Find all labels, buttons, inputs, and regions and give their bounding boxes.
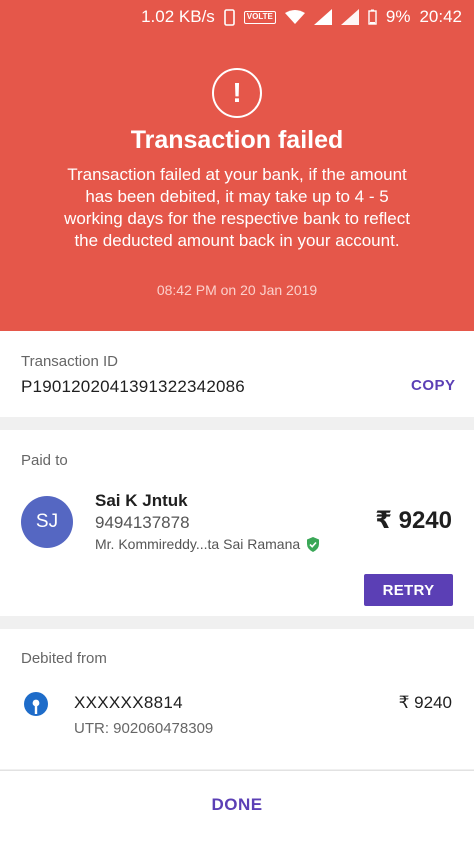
account-number: XXXXXX8814 [74,693,183,712]
failure-header: ! Transaction failed Transaction failed … [0,34,474,331]
payee-full-name-text: Mr. Kommireddy...ta Sai Ramana [95,536,301,552]
done-button[interactable]: DONE [0,795,474,815]
transaction-id-label: Transaction ID [21,353,118,370]
signal-1-icon [313,9,332,25]
paid-to-card: Paid to SJ Sai K Jntuk 9494137878 Mr. Ko… [0,430,474,616]
signal-2-icon [340,9,359,25]
battery-percent: 9% [385,7,411,26]
page-title: Transaction failed [130,126,344,154]
paid-to-label: Paid to [21,452,68,469]
payee-phone: 9494137878 [95,513,190,532]
transaction-timestamp: 08:42 PM on 20 Jan 2019 [156,282,318,298]
network-speed: 1.02 KB/s [141,7,215,26]
debited-amount: ₹ 9240 [398,693,452,712]
retry-button[interactable]: RETRY [364,574,453,606]
verified-icon [306,536,320,552]
payee-full-name: Mr. Kommireddy...ta Sai Ramana [95,536,320,552]
volte-badge: VOLTE [243,10,276,24]
battery-icon [368,9,377,25]
clock: 20:42 [419,7,462,26]
avatar: SJ [21,496,73,548]
paid-amount: ₹ 9240 [375,507,452,534]
debited-from-label: Debited from [21,650,107,667]
phone-icon [223,8,235,26]
wifi-icon [284,9,305,25]
failure-message: Transaction failed at your bank, if the … [64,165,410,250]
transaction-id-value: P1901202041391322342086 [21,377,245,396]
sbi-bank-icon [24,692,48,716]
footer-bar: DONE [0,770,474,843]
alert-circle-icon: ! [212,68,262,118]
debited-from-card: Debited from XXXXXX8814 UTR: 90206047830… [0,629,474,769]
utr-number: UTR: 902060478309 [74,720,214,737]
copy-button[interactable]: COPY [411,377,456,394]
transaction-id-card: Transaction ID P1901202041391322342086 C… [0,331,474,417]
status-bar: 1.02 KB/s VOLTE 9% 20:42 [0,0,474,34]
payee-name: Sai K Jntuk [95,491,188,510]
